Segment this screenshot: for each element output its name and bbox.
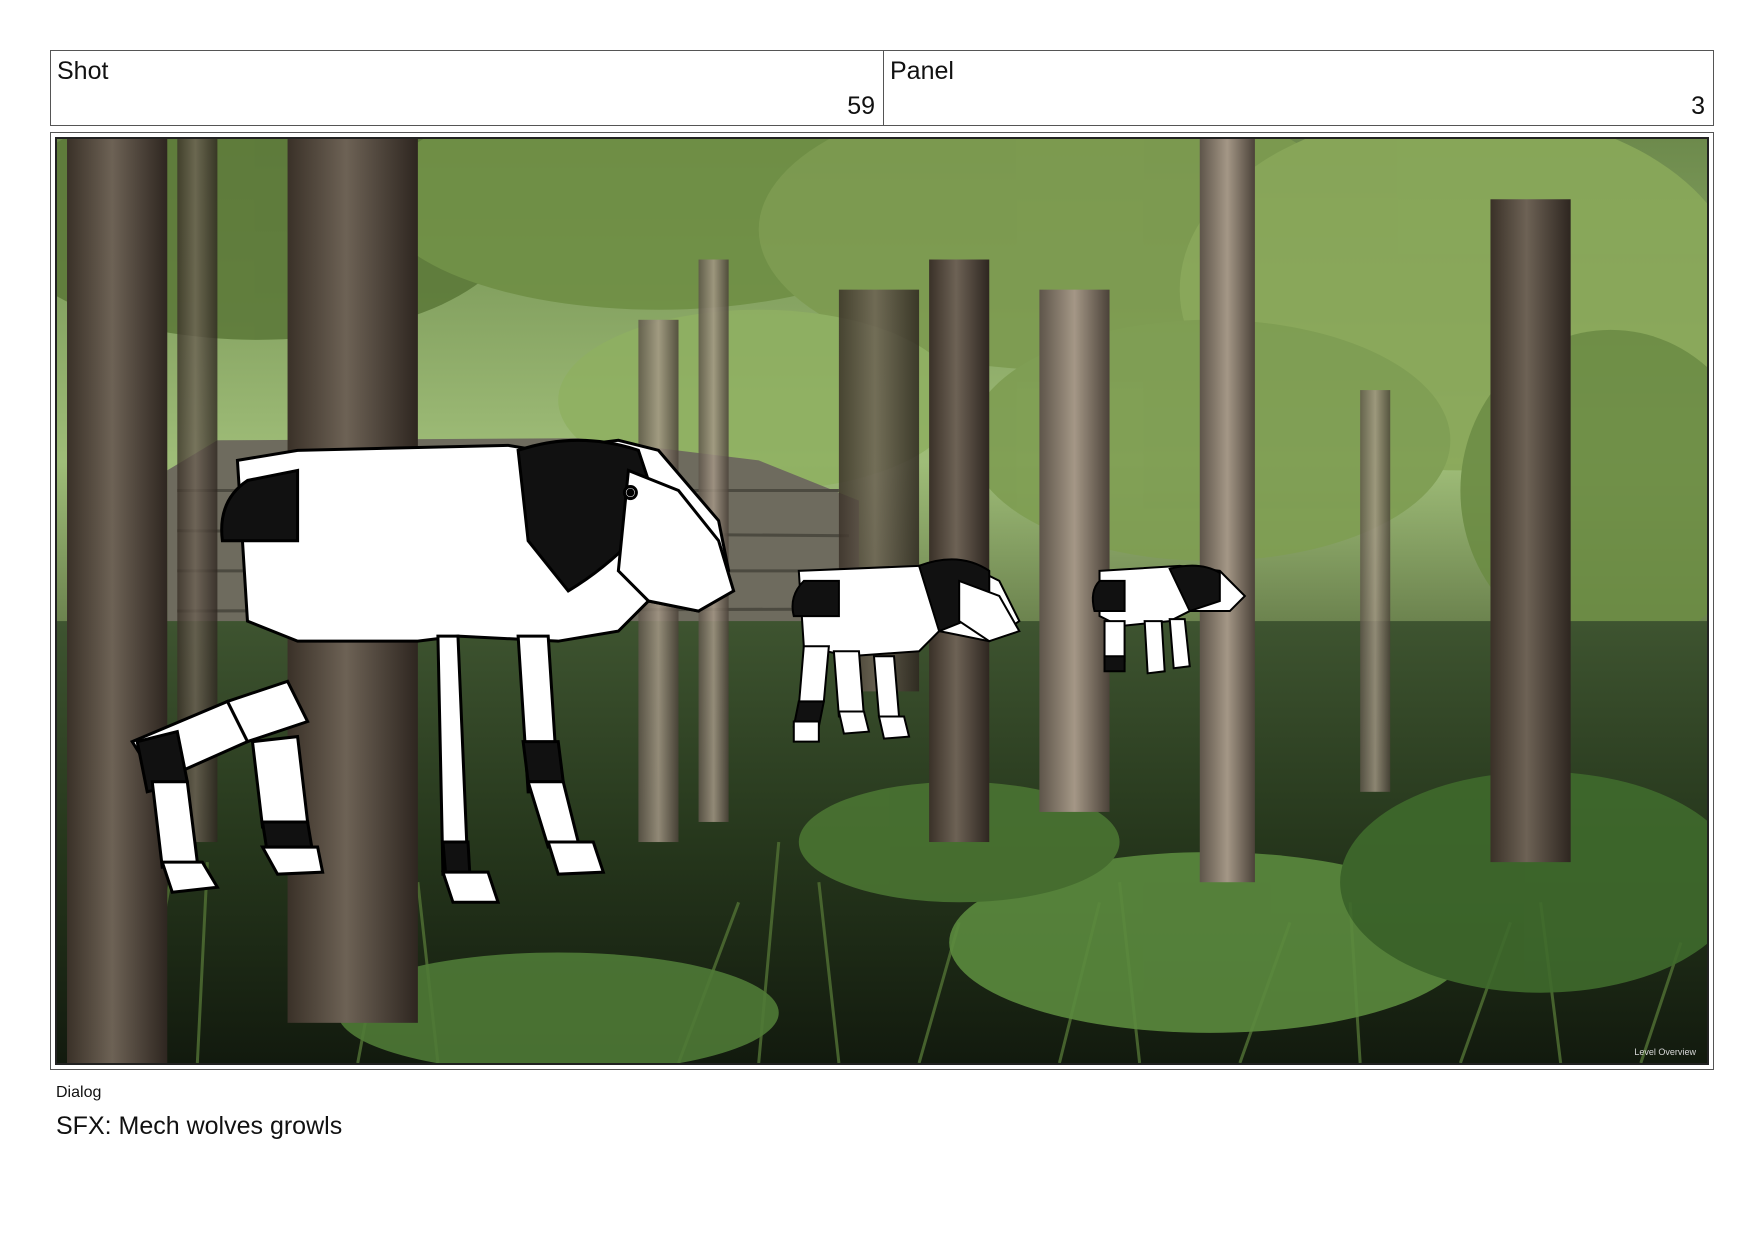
storyboard-image: Level Overview [55, 137, 1709, 1065]
shot-label: Shot [57, 57, 109, 85]
shot-cell: Shot 59 [51, 51, 884, 125]
panel-cell: Panel 3 [884, 51, 1713, 125]
shot-number: 59 [847, 92, 875, 120]
forest-scene-illustration: Level Overview [57, 139, 1707, 1063]
viewport-overlay-text: Level Overview [1634, 1047, 1696, 1057]
shot-panel-header: Shot 59 Panel 3 [50, 50, 1714, 126]
panel-number: 3 [1691, 92, 1705, 120]
storyboard-frame: Level Overview [50, 132, 1714, 1070]
panel-label: Panel [890, 57, 954, 85]
dialog-text: SFX: Mech wolves growls [56, 1112, 343, 1140]
dialog-label: Dialog [56, 1084, 102, 1101]
